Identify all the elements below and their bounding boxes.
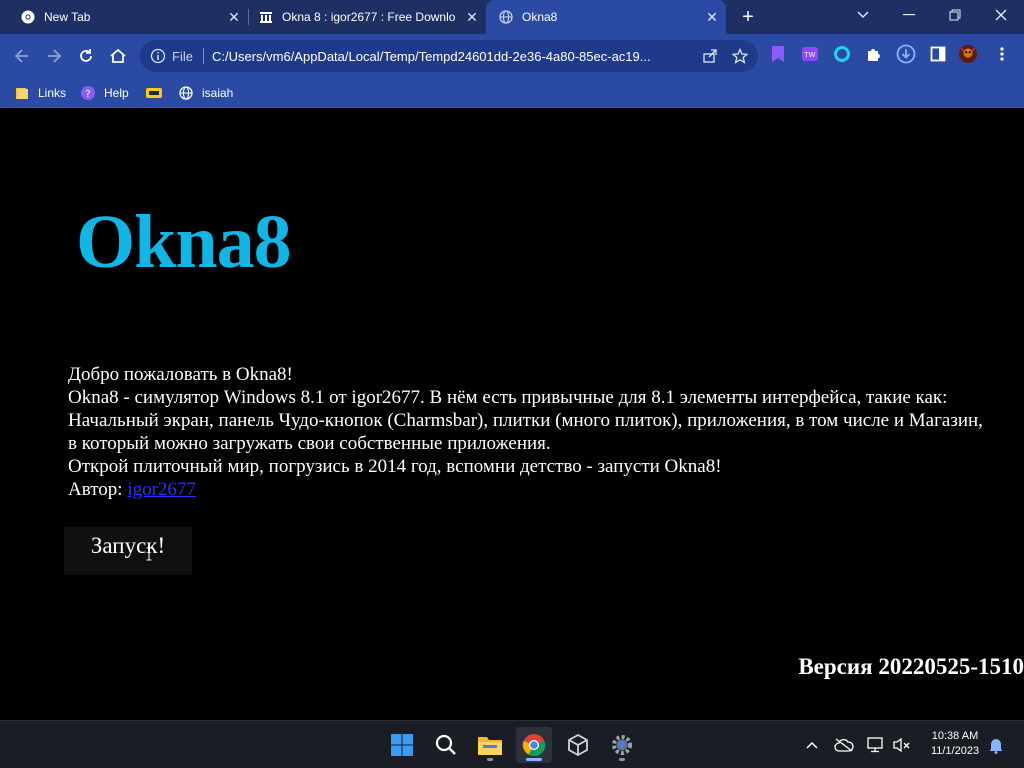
ring-extension-icon[interactable] bbox=[832, 44, 852, 64]
author-label: Автор: bbox=[68, 479, 123, 500]
scheme-label: File bbox=[172, 48, 193, 64]
bookmark-label: Links bbox=[38, 86, 67, 100]
globe-icon bbox=[498, 9, 514, 25]
bookmark-help[interactable]: ? Help bbox=[80, 82, 129, 104]
svg-text:TW: TW bbox=[803, 51, 815, 59]
tab-new-tab[interactable]: New Tab ✕ bbox=[0, 0, 248, 34]
clock-time: 10:38 AM bbox=[931, 730, 979, 742]
new-tab-button[interactable]: + bbox=[736, 5, 760, 29]
description-text: Okna8 - симулятор Windows 8.1 от igor267… bbox=[68, 387, 983, 454]
close-icon[interactable]: ✕ bbox=[704, 9, 720, 25]
help-icon: ? bbox=[80, 85, 96, 101]
close-window-button[interactable] bbox=[978, 0, 1024, 30]
bookmark-label: isaiah bbox=[202, 86, 234, 100]
onedrive-icon[interactable] bbox=[834, 735, 854, 755]
url-text[interactable]: C:/Users/vm6/AppData/Local/Temp/Tempd246… bbox=[212, 49, 698, 64]
tab-archive[interactable]: Okna 8 : igor2677 : Free Downlo ✕ bbox=[238, 0, 486, 34]
minimize-button[interactable] bbox=[886, 0, 932, 30]
tab-okna8[interactable]: Okna8 ✕ bbox=[486, 0, 726, 34]
tab-search-icon[interactable] bbox=[840, 0, 886, 30]
star-icon[interactable] bbox=[728, 44, 752, 68]
settings-icon[interactable] bbox=[604, 727, 640, 763]
chrome-icon[interactable] bbox=[516, 727, 552, 763]
bookmark-label: Help bbox=[104, 86, 129, 100]
svg-text:?: ? bbox=[85, 89, 90, 100]
tagline-text: Открой плиточный мир, погрузись в 2014 г… bbox=[68, 456, 722, 477]
volume-muted-icon[interactable] bbox=[892, 735, 912, 755]
version-label: Версия 20220525-1510 bbox=[798, 654, 1024, 679]
chevron-up-icon[interactable] bbox=[802, 735, 822, 755]
info-icon[interactable] bbox=[150, 48, 166, 64]
home-button[interactable] bbox=[106, 44, 130, 68]
page-viewport: Okna8 Добро пожаловать в Okna8! Okna8 - … bbox=[0, 109, 1024, 720]
tab-strip: New Tab ✕ Okna 8 : igor2677 : Free Downl… bbox=[0, 0, 1024, 34]
clock-date: 11/1/2023 bbox=[930, 745, 980, 757]
bookmark-yellow[interactable] bbox=[146, 82, 170, 104]
network-icon[interactable] bbox=[866, 735, 886, 755]
running-indicator bbox=[487, 758, 493, 761]
restore-button[interactable] bbox=[932, 0, 978, 30]
welcome-text: Добро пожаловать в Okna8! bbox=[68, 364, 293, 385]
running-indicator bbox=[619, 758, 625, 761]
tab-title: Okna 8 : igor2677 : Free Downlo bbox=[282, 10, 456, 24]
system-clock[interactable]: 10:38 AM 11/1/2023 bbox=[918, 729, 992, 759]
back-button[interactable] bbox=[10, 44, 34, 68]
yellow-bookmark-icon bbox=[146, 85, 162, 101]
bookmarks-bar: Links ? Help isaiah bbox=[0, 78, 1024, 108]
folder-icon bbox=[14, 85, 30, 101]
omnibox-divider bbox=[202, 48, 204, 64]
search-icon[interactable] bbox=[428, 727, 464, 763]
archive-icon bbox=[258, 9, 274, 25]
start-icon[interactable] bbox=[384, 727, 420, 763]
chrome-icon bbox=[20, 9, 36, 25]
puzzle-icon[interactable] bbox=[864, 44, 884, 64]
page-logo: Okna8 bbox=[76, 200, 292, 284]
running-indicator bbox=[526, 758, 542, 761]
download-icon[interactable] bbox=[896, 44, 916, 64]
address-bar[interactable]: File C:/Users/vm6/AppData/Local/Temp/Tem… bbox=[140, 40, 758, 72]
avatar[interactable] bbox=[958, 44, 978, 64]
globe-icon bbox=[178, 85, 194, 101]
close-icon[interactable]: ✕ bbox=[464, 9, 480, 25]
tab-title: Okna8 bbox=[522, 10, 558, 24]
virtualbox-icon[interactable] bbox=[560, 727, 596, 763]
author-line: Автор: igor2677 bbox=[68, 478, 988, 501]
tab-title: New Tab bbox=[44, 10, 91, 24]
notification-bell-icon[interactable] bbox=[986, 735, 1006, 755]
reload-button[interactable] bbox=[74, 44, 98, 68]
author-link[interactable]: igor2677 bbox=[127, 479, 196, 500]
menu-icon[interactable] bbox=[992, 44, 1012, 64]
forward-button[interactable] bbox=[42, 44, 66, 68]
bookmark-extension-icon[interactable] bbox=[768, 44, 788, 64]
side-panel-icon[interactable] bbox=[928, 44, 948, 64]
intro-text: Добро пожаловать в Okna8! Okna8 - симуля… bbox=[68, 363, 988, 501]
file-explorer-icon[interactable] bbox=[472, 727, 508, 763]
share-icon[interactable] bbox=[698, 44, 722, 68]
taskbar: 10:38 AM 11/1/2023 bbox=[0, 720, 1024, 768]
text-cursor-icon bbox=[146, 547, 152, 561]
bookmark-links[interactable]: Links bbox=[14, 82, 66, 104]
launch-button[interactable]: Запуск! bbox=[64, 527, 192, 575]
twitch-extension-icon[interactable]: TW bbox=[800, 44, 820, 64]
bookmark-isaiah[interactable]: isaiah bbox=[178, 82, 233, 104]
